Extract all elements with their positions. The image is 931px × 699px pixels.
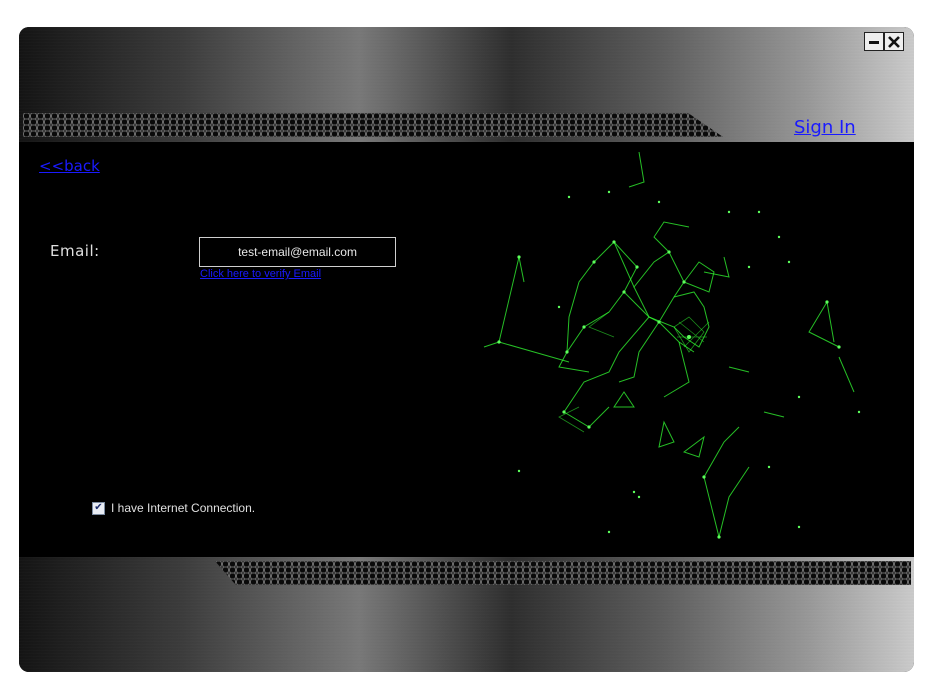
hex-grille-bottom — [215, 561, 911, 585]
minimize-button[interactable] — [864, 32, 884, 51]
window-controls — [864, 32, 904, 51]
network-graphic — [483, 152, 861, 539]
internet-checkbox-label: I have Internet Connection. — [111, 501, 256, 515]
sign-in-link[interactable]: Sign In — [794, 117, 856, 138]
internet-checkbox[interactable]: ✔ — [92, 501, 105, 515]
close-button[interactable] — [884, 32, 904, 51]
back-link[interactable]: <<back — [39, 157, 100, 175]
internet-option: ✔ I have Internet Connection. — [92, 501, 255, 515]
email-label: Email: — [50, 242, 100, 260]
close-icon — [888, 35, 900, 48]
email-field[interactable]: test-email@email.com — [199, 237, 396, 267]
checkmark-icon: ✔ — [94, 502, 103, 513]
hex-grille-top — [23, 113, 723, 137]
minimize-icon — [869, 40, 879, 44]
verify-email-link[interactable]: Click here to verify Email — [200, 268, 321, 280]
app-window: Sign In <<back Email: test-email@email.c… — [19, 27, 914, 672]
